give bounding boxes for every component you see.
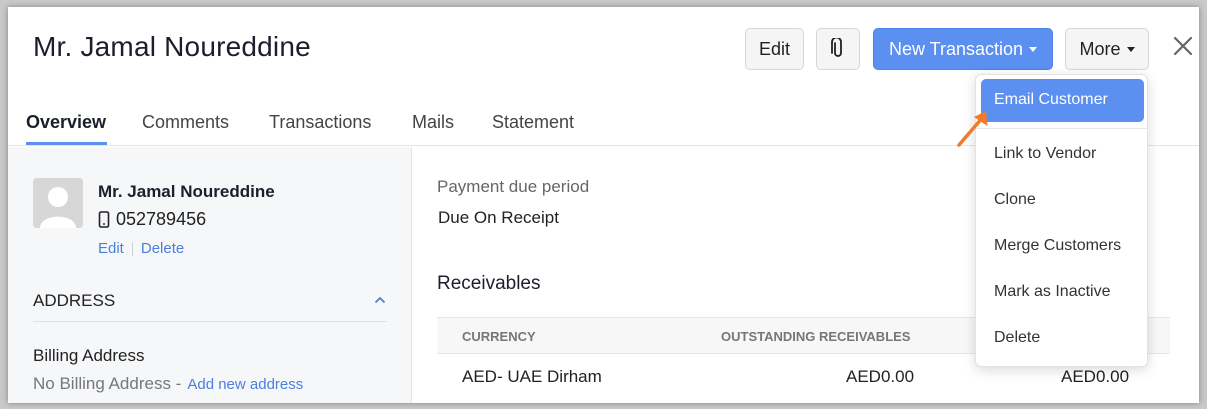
tab-statement[interactable]: Statement: [492, 112, 574, 133]
no-billing-text: No Billing Address -: [33, 374, 182, 393]
table-cell-outstanding: AED0.00: [846, 367, 915, 386]
column-header-outstanding: OUTSTANDING RECEIVABLES: [721, 329, 911, 344]
more-button[interactable]: More: [1065, 28, 1149, 70]
menu-item-link-to-vendor[interactable]: Link to Vendor: [994, 145, 1096, 163]
tab-overview[interactable]: Overview: [26, 112, 106, 133]
tab-mails[interactable]: Mails: [412, 112, 454, 133]
menu-item-email-customer[interactable]: Email Customer: [994, 91, 1108, 109]
more-dropdown-menu: Email Customer Link to Vendor Clone Merg…: [975, 74, 1148, 367]
customer-actions: Edit Delete: [98, 240, 184, 257]
divider: [131, 241, 133, 256]
page-title: Mr. Jamal Noureddine: [33, 31, 311, 62]
billing-address-label: Billing Address: [33, 346, 145, 365]
caret-down-icon: [1126, 46, 1135, 52]
table-cell-extra: AED0.00: [1061, 367, 1130, 386]
tab-comments[interactable]: Comments: [142, 112, 229, 133]
address-heading: ADDRESS: [33, 291, 116, 310]
caret-down-icon: [1029, 46, 1038, 52]
chevron-up-icon[interactable]: [374, 296, 386, 304]
menu-item-merge-customers[interactable]: Merge Customers: [994, 237, 1121, 255]
menu-item-mark-inactive[interactable]: Mark as Inactive: [994, 283, 1110, 301]
tab-transactions[interactable]: Transactions: [269, 112, 371, 133]
active-tab-indicator: [26, 142, 107, 145]
table-cell-currency: AED- UAE Dirham: [462, 367, 602, 386]
mobile-phone-icon: [98, 211, 110, 228]
avatar: [33, 178, 83, 228]
more-label: More: [1079, 38, 1121, 59]
payment-due-label: Payment due period: [437, 177, 590, 196]
delete-customer-link[interactable]: Delete: [141, 240, 184, 257]
customer-detail-panel: Mr. Jamal Noureddine Edit New Transactio…: [8, 7, 1199, 403]
close-icon[interactable]: [1171, 34, 1195, 58]
avatar-icon: [33, 178, 83, 228]
phone-row: 052789456: [98, 209, 206, 230]
new-transaction-button[interactable]: New Transaction: [873, 28, 1053, 70]
menu-item-delete[interactable]: Delete: [994, 329, 1040, 347]
column-header-currency: CURRENCY: [462, 329, 536, 344]
annotation-arrow-icon: [957, 111, 988, 147]
customer-name: Mr. Jamal Noureddine: [98, 182, 275, 201]
edit-customer-link[interactable]: Edit: [98, 240, 124, 257]
add-new-address-link[interactable]: Add new address: [187, 376, 303, 393]
menu-item-clone[interactable]: Clone: [994, 191, 1036, 209]
new-transaction-label: New Transaction: [888, 38, 1024, 59]
receivables-heading: Receivables: [437, 273, 541, 294]
customer-sidebar: Mr. Jamal Noureddine 052789456 Edit Dele…: [8, 147, 412, 403]
paperclip-icon: [831, 38, 842, 57]
billing-address-row: No Billing Address - Add new address: [33, 374, 303, 394]
phone-number: 052789456: [116, 209, 207, 229]
divider: [976, 128, 1147, 129]
divider: [33, 321, 387, 322]
edit-button[interactable]: Edit: [745, 28, 804, 70]
attach-button[interactable]: [816, 28, 860, 70]
payment-due-value: Due On Receipt: [438, 208, 559, 227]
